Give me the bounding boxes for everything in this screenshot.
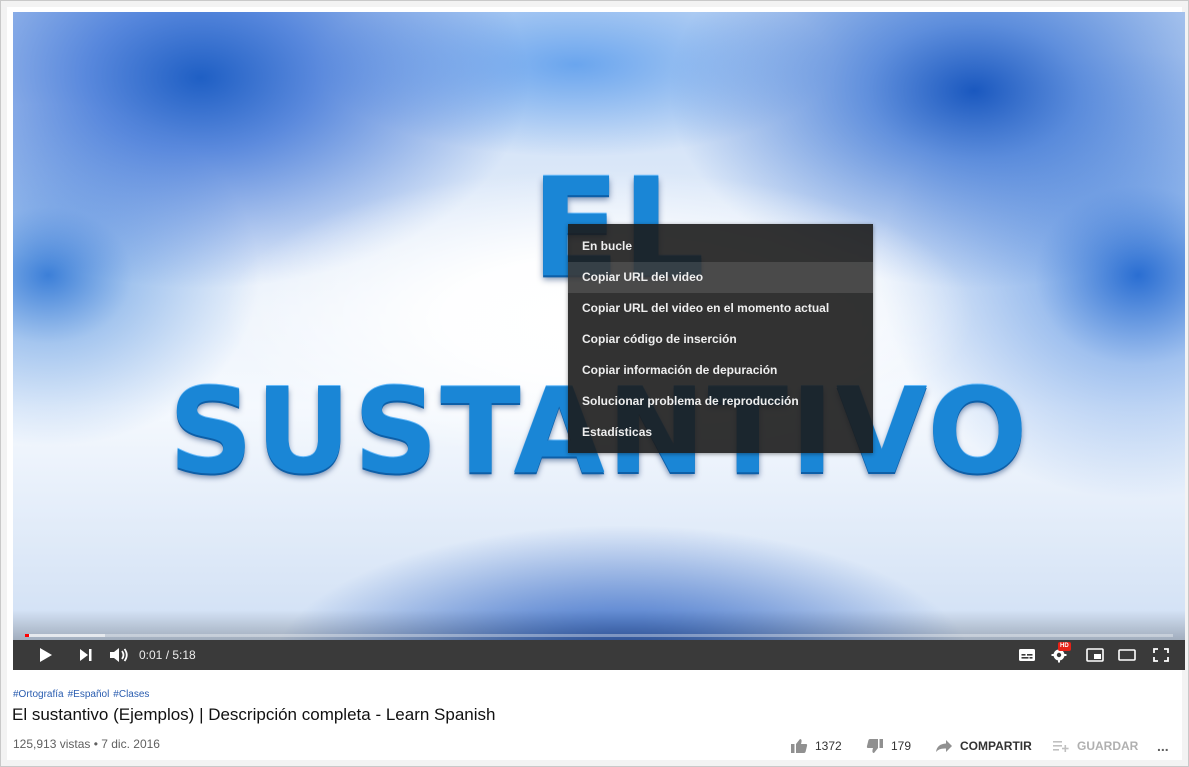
thumbs-up-icon bbox=[791, 739, 808, 753]
subtitles-icon bbox=[1019, 649, 1035, 661]
save-label: GUARDAR bbox=[1077, 739, 1139, 753]
more-icon: ... bbox=[1157, 738, 1169, 754]
dislike-button[interactable]: 179 bbox=[866, 737, 911, 755]
progress-bar[interactable] bbox=[25, 634, 1173, 637]
fullscreen-icon bbox=[1153, 648, 1169, 662]
miniplayer-button[interactable] bbox=[1083, 644, 1107, 666]
video-title: El sustantivo (Ejemplos) | Descripción c… bbox=[12, 705, 496, 724]
hd-badge: HD bbox=[1058, 642, 1071, 651]
menu-item-copy-embed-code[interactable]: Copiar código de inserción bbox=[568, 324, 873, 355]
settings-button[interactable]: HD bbox=[1046, 642, 1072, 666]
progress-buffered bbox=[25, 634, 106, 637]
progress-played bbox=[25, 634, 29, 637]
share-button[interactable]: COMPARTIR bbox=[935, 737, 1032, 755]
menu-item-troubleshoot-playback[interactable]: Solucionar problema de reproducción bbox=[568, 386, 873, 417]
play-button[interactable] bbox=[35, 644, 57, 666]
menu-item-copy-video-url[interactable]: Copiar URL del video bbox=[568, 262, 873, 293]
view-count-date: 125,913 vistas • 7 dic. 2016 bbox=[13, 737, 160, 751]
time-display: 0:01 / 5:18 bbox=[139, 648, 196, 662]
hashtag-link[interactable]: #Español bbox=[68, 689, 110, 700]
share-label: COMPARTIR bbox=[960, 739, 1032, 753]
like-count: 1372 bbox=[815, 739, 842, 753]
control-bar: 0:01 / 5:18 HD bbox=[13, 640, 1185, 670]
volume-icon bbox=[110, 648, 128, 662]
hashtag-link[interactable]: #Clases bbox=[113, 689, 149, 700]
context-menu: En bucle Copiar URL del video Copiar URL… bbox=[568, 224, 873, 453]
thumbs-down-icon bbox=[866, 739, 883, 753]
miniplayer-icon bbox=[1086, 648, 1104, 662]
video-player[interactable]: EL SUSTANTIVO 0:01 / 5:18 HD bbox=[13, 12, 1185, 670]
more-actions-button[interactable]: ... bbox=[1157, 737, 1169, 755]
fullscreen-button[interactable] bbox=[1149, 644, 1173, 666]
hashtag-list: #Ortografía #Español #Clases bbox=[13, 689, 153, 700]
subtitles-button[interactable] bbox=[1016, 644, 1038, 666]
volume-button[interactable] bbox=[107, 644, 131, 666]
menu-item-copy-debug-info[interactable]: Copiar información de depuración bbox=[568, 355, 873, 386]
theater-icon bbox=[1118, 649, 1136, 661]
hashtag-link[interactable]: #Ortografía bbox=[13, 689, 64, 700]
menu-item-copy-video-url-at-time[interactable]: Copiar URL del video en el momento actua… bbox=[568, 293, 873, 324]
theater-mode-button[interactable] bbox=[1115, 644, 1139, 666]
menu-item-loop[interactable]: En bucle bbox=[568, 231, 873, 262]
play-icon bbox=[40, 648, 52, 662]
save-button[interactable]: GUARDAR bbox=[1052, 737, 1138, 755]
menu-item-stats[interactable]: Estadísticas bbox=[568, 417, 873, 448]
share-icon bbox=[936, 740, 952, 752]
like-button[interactable]: 1372 bbox=[790, 737, 842, 755]
dislike-count: 179 bbox=[891, 739, 912, 753]
playlist-add-icon bbox=[1053, 741, 1069, 752]
next-icon bbox=[80, 649, 92, 661]
next-button[interactable] bbox=[75, 644, 97, 666]
